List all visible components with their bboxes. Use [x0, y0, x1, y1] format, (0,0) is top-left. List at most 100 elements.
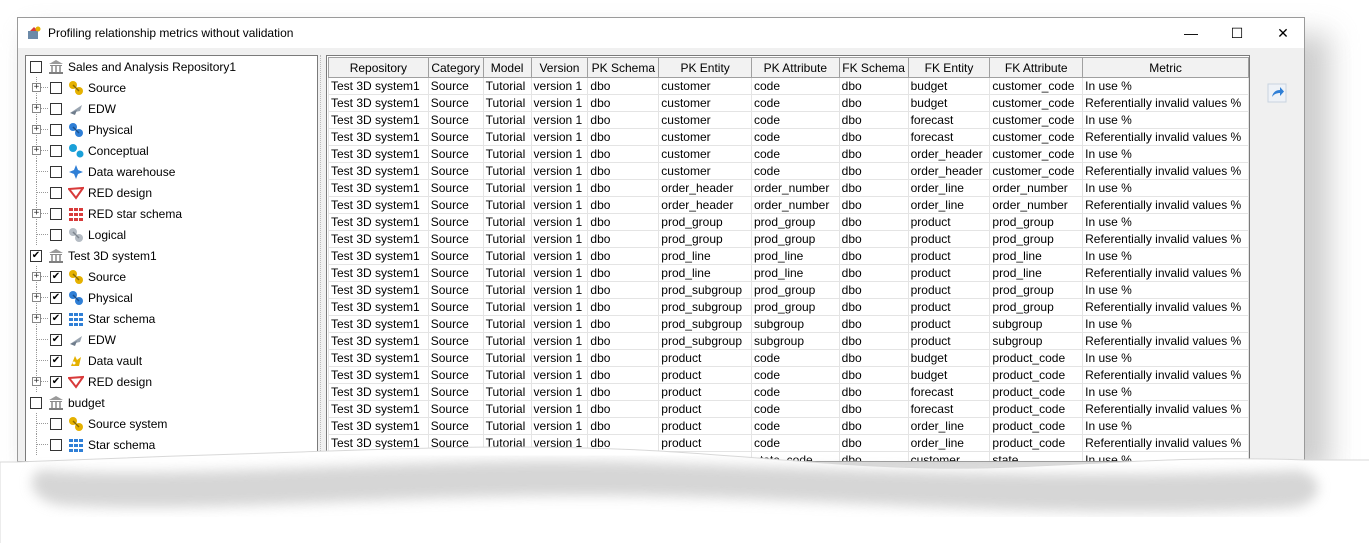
tree-node-model[interactable]: RED star schema — [50, 203, 182, 224]
table-row[interactable]: Test 3D system1 Source Tutorial version 1 db… — [328, 94, 1249, 112]
table-cell: Source — [427, 366, 484, 384]
expand-toggle[interactable]: + — [32, 209, 41, 218]
expand-toggle[interactable]: + — [32, 83, 41, 92]
tree-node-model[interactable]: Logical — [50, 224, 126, 245]
tree-node-repository[interactable]: ✔ Test 3D system1 — [30, 245, 157, 266]
column-header[interactable]: Repository — [328, 57, 429, 78]
table-cell: dbo — [587, 451, 660, 461]
tree-checkbox[interactable] — [50, 186, 62, 199]
tree-node-model[interactable]: ✔ RED design — [50, 371, 152, 392]
tree-node-model[interactable]: Physical — [50, 119, 133, 140]
table-cell: dbo — [587, 315, 660, 333]
table-cell: dbo — [587, 332, 660, 350]
metrics-table-panel[interactable]: Repository Category Model Version PK Schema P… — [326, 55, 1250, 461]
tree-checkbox[interactable] — [30, 396, 42, 409]
tree-node-repository[interactable]: budget — [30, 392, 105, 413]
expand-toggle[interactable]: + — [32, 293, 41, 302]
table-row[interactable]: Test 3D system1 Source Tutorial version 1 db… — [328, 264, 1249, 282]
table-row[interactable]: Test 3D system1 Source Tutorial version 1 db… — [328, 315, 1249, 333]
tree-checkbox[interactable] — [50, 417, 62, 430]
table-row[interactable]: Test 3D system1 Source Tutorial version 1 db… — [328, 196, 1249, 214]
table-row[interactable]: Test 3D system1 Source Tutorial version 1 db… — [328, 111, 1249, 129]
expand-toggle[interactable]: + — [32, 272, 41, 281]
tree-node-model[interactable]: Source — [50, 77, 126, 98]
close-button[interactable]: ✕ — [1260, 18, 1304, 48]
tree-checkbox[interactable]: ✔ — [50, 333, 62, 346]
table-row[interactable]: Test 3D system1 Source Tutorial version 1 db… — [328, 349, 1249, 367]
tree-checkbox[interactable] — [50, 123, 62, 136]
maximize-button[interactable]: ☐ — [1214, 18, 1260, 48]
minimize-button[interactable]: — — [1168, 18, 1214, 48]
tree-node-model[interactable]: Data warehouse — [50, 161, 175, 182]
table-row[interactable]: Test 3D system1 Source Tutorial version 1 db… — [328, 77, 1249, 95]
tree-checkbox[interactable]: ✔ — [50, 312, 62, 325]
tree-checkbox[interactable]: ✔ — [50, 270, 62, 283]
table-row[interactable]: Test 3D system1 Source Tutorial version 1 db… — [328, 332, 1249, 350]
repository-tree[interactable]: Sales and Analysis Repository1 + Source + ED… — [25, 55, 318, 461]
tree-node-model[interactable]: ✔ Physical — [50, 287, 133, 308]
splitter[interactable] — [320, 55, 325, 461]
tree-checkbox[interactable]: ✔ — [50, 354, 62, 367]
expand-toggle[interactable]: + — [32, 314, 41, 323]
column-header[interactable]: PK Schema — [587, 57, 660, 78]
column-header[interactable]: FK Schema — [838, 57, 909, 78]
tree-checkbox[interactable] — [50, 144, 62, 157]
tree-checkbox[interactable] — [30, 60, 42, 73]
expand-toggle[interactable]: + — [32, 377, 41, 386]
tree-node-model[interactable]: ✔ EDW — [50, 329, 116, 350]
table-row[interactable]: Test 3D system1 Source Tutorial version 1 db… — [328, 434, 1249, 452]
table-row[interactable]: Test 3D system1 Source Tutorial version 1 db… — [328, 281, 1249, 299]
expand-toggle[interactable]: + — [32, 146, 41, 155]
expand-toggle[interactable]: + — [32, 104, 41, 113]
table-cell: budget — [907, 94, 991, 112]
table-row[interactable]: Test 3D system1 Source Tutorial version 1 db… — [328, 179, 1249, 197]
table-cell: dbo — [838, 451, 909, 461]
tree-checkbox[interactable] — [50, 438, 62, 451]
tree-checkbox[interactable] — [50, 165, 62, 178]
table-row[interactable]: Test 3D system1 Source Tutorial version 1 db… — [328, 383, 1249, 401]
expand-toggle[interactable]: + — [32, 125, 41, 134]
tree-node-model[interactable]: ✔ Data vault — [50, 350, 142, 371]
title-bar[interactable]: Profiling relationship metrics without v… — [18, 18, 1304, 48]
table-row[interactable]: Test 3D system1 Source Tutorial version 1 db… — [328, 400, 1249, 418]
table-row[interactable]: Test 3D system1 Source Tutorial version 1 db… — [328, 230, 1249, 248]
table-row[interactable]: Test 3D system1 Source Tutorial version 1 db… — [328, 247, 1249, 265]
tree-checkbox[interactable]: ✔ — [30, 249, 42, 262]
tree-node-repository[interactable]: Sales and Analysis Repository1 — [30, 56, 236, 77]
column-header[interactable]: Model — [482, 57, 532, 78]
tree-checkbox[interactable] — [50, 102, 62, 115]
column-header[interactable]: FK Entity — [907, 57, 991, 78]
tree-node-model[interactable]: Source system — [50, 413, 167, 434]
column-header[interactable]: PK Entity — [658, 57, 752, 78]
tree-connector — [36, 329, 37, 350]
tree-node-model[interactable]: EDW — [50, 98, 116, 119]
table-row[interactable]: Test 3D system1 Source Tutorial version 1 db… — [328, 451, 1249, 461]
table-cell: Referentially invalid values % — [1082, 264, 1249, 282]
export-button[interactable] — [1266, 83, 1288, 106]
tree-checkbox[interactable]: ✔ — [50, 375, 62, 388]
tree-checkbox[interactable] — [50, 228, 62, 241]
table-cell: prod_line — [658, 247, 752, 265]
tree-checkbox[interactable]: ✔ — [50, 291, 62, 304]
column-header[interactable]: Metric — [1082, 57, 1249, 78]
tree-node-model[interactable]: Conceptual — [50, 140, 149, 161]
table-row[interactable]: Test 3D system1 Source Tutorial version 1 db… — [328, 213, 1249, 231]
column-header[interactable]: FK Attribute — [989, 57, 1084, 78]
tree-checkbox[interactable] — [50, 207, 62, 220]
table-cell: dbo — [587, 77, 660, 95]
column-header[interactable]: Version — [530, 57, 589, 78]
tree-node-model[interactable]: ✔ Star schema — [50, 308, 155, 329]
table-row[interactable]: Test 3D system1 Source Tutorial version 1 db… — [328, 162, 1249, 180]
column-header[interactable]: Category — [427, 57, 484, 78]
table-row[interactable]: Test 3D system1 Source Tutorial version 1 db… — [328, 366, 1249, 384]
table-row[interactable]: Test 3D system1 Source Tutorial version 1 db… — [328, 298, 1249, 316]
table-row[interactable]: Test 3D system1 Source Tutorial version 1 db… — [328, 145, 1249, 163]
tree-node-model[interactable]: RED design — [50, 182, 152, 203]
table-row[interactable]: Test 3D system1 Source Tutorial version 1 db… — [328, 417, 1249, 435]
table-cell: Test 3D system1 — [328, 111, 429, 129]
column-header[interactable]: PK Attribute — [750, 57, 840, 78]
tree-node-model[interactable]: Star schema — [50, 434, 155, 455]
table-row[interactable]: Test 3D system1 Source Tutorial version 1 db… — [328, 128, 1249, 146]
tree-node-model[interactable]: ✔ Source — [50, 266, 126, 287]
tree-checkbox[interactable] — [50, 81, 62, 94]
